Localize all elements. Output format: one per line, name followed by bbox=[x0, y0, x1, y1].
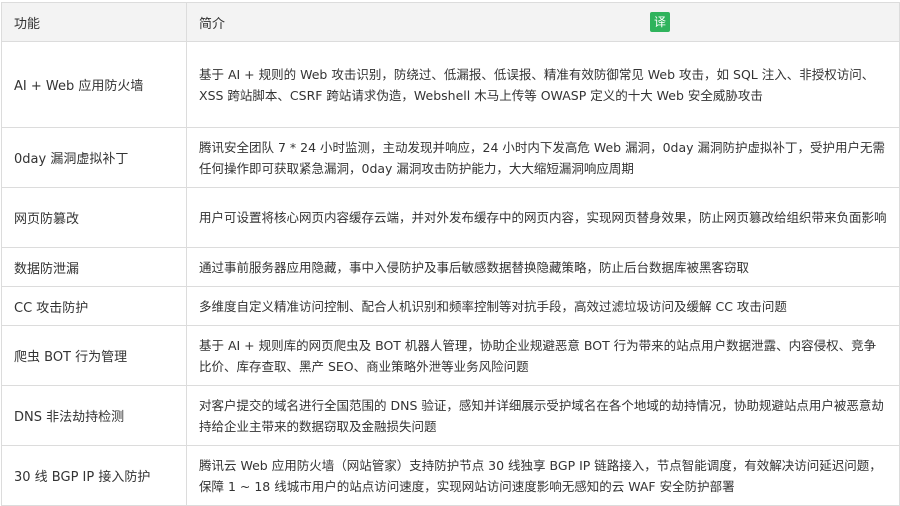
table-row: AI + Web 应用防火墙 基于 AI + 规则的 Web 攻击识别，防绕过、… bbox=[1, 41, 900, 128]
table-row: 30 线 BGP IP 接入防护 腾讯云 Web 应用防火墙（网站管家）支持防护… bbox=[1, 445, 900, 506]
feature-cell: 网页防篡改 bbox=[1, 187, 187, 248]
feature-cell: 0day 漏洞虚拟补丁 bbox=[1, 127, 187, 188]
header-feature: 功能 bbox=[1, 2, 187, 42]
table-row: 网页防篡改 用户可设置将核心网页内容缓存云端，并对外发布缓存中的网页内容，实现网… bbox=[1, 187, 900, 248]
table-row: 爬虫 BOT 行为管理 基于 AI + 规则库的网页爬虫及 BOT 机器人管理，… bbox=[1, 325, 900, 386]
table-header-row: 功能 简介 译 bbox=[1, 2, 900, 42]
feature-cell: 数据防泄漏 bbox=[1, 247, 187, 287]
feature-cell: 30 线 BGP IP 接入防护 bbox=[1, 445, 187, 506]
feature-table: 功能 简介 译 AI + Web 应用防火墙 基于 AI + 规则的 Web 攻… bbox=[1, 2, 900, 506]
description-cell: 多维度自定义精准访问控制、配合人机识别和频率控制等对抗手段，高效过滤垃圾访问及缓… bbox=[186, 286, 900, 326]
table-row: CC 攻击防护 多维度自定义精准访问控制、配合人机识别和频率控制等对抗手段，高效… bbox=[1, 286, 900, 326]
table-row: 0day 漏洞虚拟补丁 腾讯安全团队 7 * 24 小时监测，主动发现并响应，2… bbox=[1, 127, 900, 188]
description-cell: 通过事前服务器应用隐藏，事中入侵防护及事后敏感数据替换隐藏策略，防止后台数据库被… bbox=[186, 247, 900, 287]
feature-cell: 爬虫 BOT 行为管理 bbox=[1, 325, 187, 386]
feature-cell: AI + Web 应用防火墙 bbox=[1, 41, 187, 128]
feature-cell: CC 攻击防护 bbox=[1, 286, 187, 326]
feature-cell: DNS 非法劫持检测 bbox=[1, 385, 187, 446]
description-cell: 对客户提交的域名进行全国范围的 DNS 验证，感知并详细展示受护域名在各个地域的… bbox=[186, 385, 900, 446]
header-intro: 简介 译 bbox=[186, 2, 900, 42]
description-cell: 腾讯云 Web 应用防火墙（网站管家）支持防护节点 30 线独享 BGP IP … bbox=[186, 445, 900, 506]
page: 功能 简介 译 AI + Web 应用防火墙 基于 AI + 规则的 Web 攻… bbox=[0, 0, 900, 506]
description-cell: 用户可设置将核心网页内容缓存云端，并对外发布缓存中的网页内容，实现网页替身效果，… bbox=[186, 187, 900, 248]
description-cell: 基于 AI + 规则的 Web 攻击识别，防绕过、低漏报、低误报、精准有效防御常… bbox=[186, 41, 900, 128]
header-intro-label: 简介 bbox=[199, 16, 226, 32]
table-row: 数据防泄漏 通过事前服务器应用隐藏，事中入侵防护及事后敏感数据替换隐藏策略，防止… bbox=[1, 247, 900, 287]
description-cell: 腾讯安全团队 7 * 24 小时监测，主动发现并响应，24 小时内下发高危 We… bbox=[186, 127, 900, 188]
table-row: DNS 非法劫持检测 对客户提交的域名进行全国范围的 DNS 验证，感知并详细展… bbox=[1, 385, 900, 446]
description-cell: 基于 AI + 规则库的网页爬虫及 BOT 机器人管理，协助企业规避恶意 BOT… bbox=[186, 325, 900, 386]
translate-button[interactable]: 译 bbox=[650, 12, 670, 32]
